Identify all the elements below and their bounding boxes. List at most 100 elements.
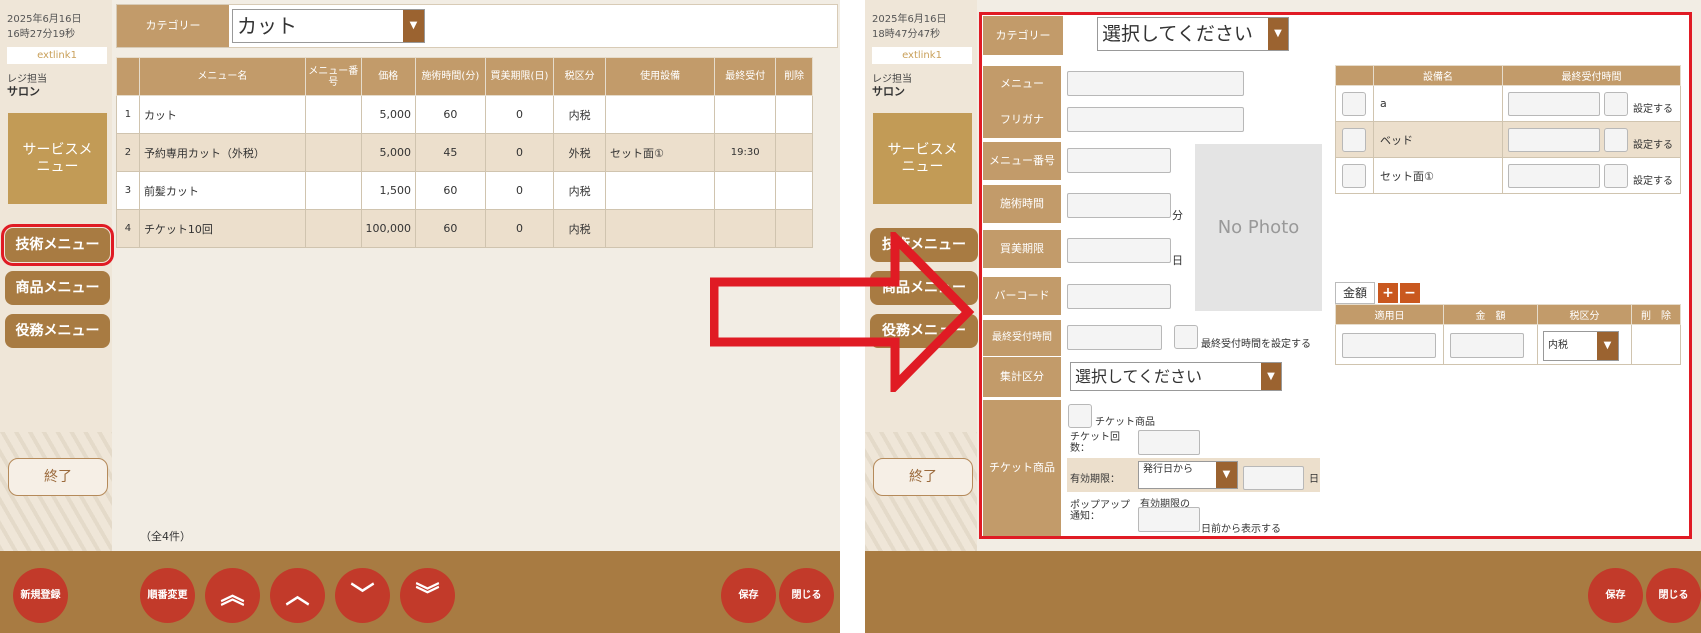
eq-col-last-accept: 最終受付時間 bbox=[1502, 65, 1681, 86]
equipment-set-checkbox[interactable] bbox=[1604, 92, 1628, 116]
staff-info: レジ担当 サロン bbox=[872, 74, 912, 99]
item-count: （全4件） bbox=[140, 530, 191, 543]
staff-info: レジ担当 サロン bbox=[7, 74, 47, 99]
equipment-row: a 設定する bbox=[1335, 85, 1681, 122]
col-no bbox=[116, 57, 140, 96]
ticket-count-input[interactable] bbox=[1138, 430, 1200, 455]
service-menu-label: サービスメニュー bbox=[887, 141, 958, 175]
staff-name: サロン bbox=[7, 85, 40, 98]
col-equipment: 使用設備 bbox=[605, 57, 716, 96]
equipment-time-input[interactable] bbox=[1508, 92, 1600, 116]
col-last-accept: 最終受付 bbox=[714, 57, 777, 96]
equipment-set-checkbox[interactable] bbox=[1604, 164, 1628, 188]
move-top-icon[interactable]: ︽ bbox=[205, 568, 260, 623]
close-button[interactable]: 閉じる bbox=[779, 568, 834, 623]
service-menu-button[interactable]: サービスメニュー bbox=[873, 113, 972, 204]
plus-icon[interactable]: + bbox=[1378, 283, 1398, 303]
table-cell: 19:30 bbox=[714, 133, 777, 172]
price-amount-input[interactable] bbox=[1450, 333, 1524, 358]
menu-table: メニュー名 メニュー番号 価格 施術時間(分) 買美期限(日) 税区分 使用設備… bbox=[116, 57, 813, 248]
table-cell bbox=[775, 95, 813, 134]
eq-time-cell: 設定する bbox=[1502, 157, 1681, 194]
price-delete-cell[interactable] bbox=[1631, 324, 1681, 365]
price-tab[interactable]: 金額 bbox=[1335, 282, 1375, 304]
valid-select[interactable]: 発行日から ▼ bbox=[1138, 461, 1238, 489]
table-cell: 60 bbox=[415, 209, 486, 248]
equipment-checkbox[interactable] bbox=[1342, 128, 1366, 152]
category-select[interactable]: 選択してください ▼ bbox=[1097, 17, 1289, 51]
table-cell: 外税 bbox=[553, 133, 607, 172]
save-button[interactable]: 保存 bbox=[1588, 568, 1643, 623]
new-button[interactable]: 新規登録 bbox=[13, 568, 68, 623]
table-cell: セット面① bbox=[605, 133, 716, 172]
expiry-label: 買美期限 bbox=[983, 230, 1061, 268]
table-row[interactable]: 2 予約専用カット（外税） 5,000 45 0 外税 セット面① 19:30 bbox=[116, 133, 813, 172]
move-down-icon[interactable]: ﹀ bbox=[335, 568, 390, 623]
category-value: 選択してください bbox=[1102, 23, 1253, 45]
barcode-input[interactable] bbox=[1067, 284, 1171, 309]
chevron-down-icon: ▼ bbox=[1597, 332, 1618, 360]
reorder-button[interactable]: 順番変更 bbox=[140, 568, 195, 623]
last-accept-input[interactable] bbox=[1067, 325, 1162, 350]
table-cell bbox=[304, 209, 362, 248]
table-cell: 内税 bbox=[553, 171, 607, 210]
agg-label: 集計区分 bbox=[983, 357, 1061, 397]
nav-product-menu[interactable]: 商品メニュー bbox=[5, 271, 110, 305]
tax-select[interactable]: 内税 ▼ bbox=[1543, 331, 1619, 361]
category-label: カテゴリー bbox=[117, 5, 229, 47]
price-amount-cell bbox=[1443, 324, 1538, 365]
close-button[interactable]: 閉じる bbox=[1646, 568, 1701, 623]
ext-link[interactable]: extlink1 bbox=[872, 47, 972, 64]
service-menu-button[interactable]: サービスメニュー bbox=[8, 113, 107, 204]
popup-label: ポップアップ通知： bbox=[1070, 500, 1130, 522]
ticket-check-label: チケット商品 bbox=[1095, 417, 1155, 428]
date-time: 2025年6月16日 18時47分47秒 bbox=[872, 12, 947, 42]
save-button[interactable]: 保存 bbox=[721, 568, 776, 623]
table-row[interactable]: 1 カット 5,000 60 0 内税 bbox=[116, 95, 813, 134]
equipment-row: ベッド 設定する bbox=[1335, 121, 1681, 158]
nav-tech-menu[interactable]: 技術メニュー bbox=[1, 224, 114, 266]
end-button[interactable]: 終了 bbox=[873, 458, 973, 496]
equipment-set-checkbox[interactable] bbox=[1604, 128, 1628, 152]
ticket-checkbox[interactable] bbox=[1068, 404, 1092, 428]
move-bottom-icon[interactable]: ︾ bbox=[400, 568, 455, 623]
table-cell bbox=[714, 95, 777, 134]
menu-input[interactable] bbox=[1067, 71, 1244, 96]
last-accept-checkbox[interactable] bbox=[1174, 325, 1198, 349]
end-button[interactable]: 終了 bbox=[8, 458, 108, 496]
duration-input[interactable] bbox=[1067, 193, 1171, 218]
table-cell: 100,000 bbox=[360, 209, 417, 248]
equipment-time-input[interactable] bbox=[1508, 164, 1600, 188]
nav-service-menu[interactable]: 役務メニュー bbox=[5, 314, 110, 348]
move-up-icon[interactable]: ︿ bbox=[270, 568, 325, 623]
popup-days-input[interactable] bbox=[1138, 507, 1200, 532]
furigana-input[interactable] bbox=[1067, 107, 1244, 132]
ext-link[interactable]: extlink1 bbox=[7, 47, 107, 64]
table-row[interactable]: 3 前髪カット 1,500 60 0 内税 bbox=[116, 171, 813, 210]
table-row[interactable]: 4 チケット10回 100,000 60 0 内税 bbox=[116, 209, 813, 248]
table-cell: 0 bbox=[484, 133, 555, 172]
table-cell: チケット10回 bbox=[138, 209, 306, 248]
table-cell: 5,000 bbox=[360, 95, 417, 134]
minus-icon[interactable]: − bbox=[1400, 283, 1420, 303]
category-select[interactable]: カット ▼ bbox=[232, 9, 425, 43]
eq-col-check bbox=[1335, 65, 1374, 86]
equipment-set-label: 設定する bbox=[1633, 104, 1673, 115]
table-cell bbox=[714, 171, 777, 210]
equipment-name: セット面① bbox=[1373, 157, 1503, 194]
last-accept-check-label: 最終受付時間を設定する bbox=[1201, 339, 1311, 350]
pr-col-delete: 削 除 bbox=[1631, 304, 1681, 325]
furigana-label: フリガナ bbox=[983, 102, 1061, 138]
equipment-name: a bbox=[1373, 85, 1503, 122]
equipment-checkbox[interactable] bbox=[1342, 92, 1366, 116]
equipment-time-input[interactable] bbox=[1508, 128, 1600, 152]
table-cell: 45 bbox=[415, 133, 486, 172]
no-photo-image[interactable]: No Photo bbox=[1195, 144, 1322, 311]
expiry-input[interactable] bbox=[1067, 238, 1171, 263]
equipment-checkbox[interactable] bbox=[1342, 164, 1366, 188]
agg-select[interactable]: 選択してください ▼ bbox=[1070, 362, 1282, 391]
menu-no-input[interactable] bbox=[1067, 148, 1171, 173]
pr-col-tax: 税区分 bbox=[1537, 304, 1632, 325]
valid-days-input[interactable] bbox=[1243, 466, 1304, 490]
price-date-input[interactable] bbox=[1342, 333, 1436, 358]
